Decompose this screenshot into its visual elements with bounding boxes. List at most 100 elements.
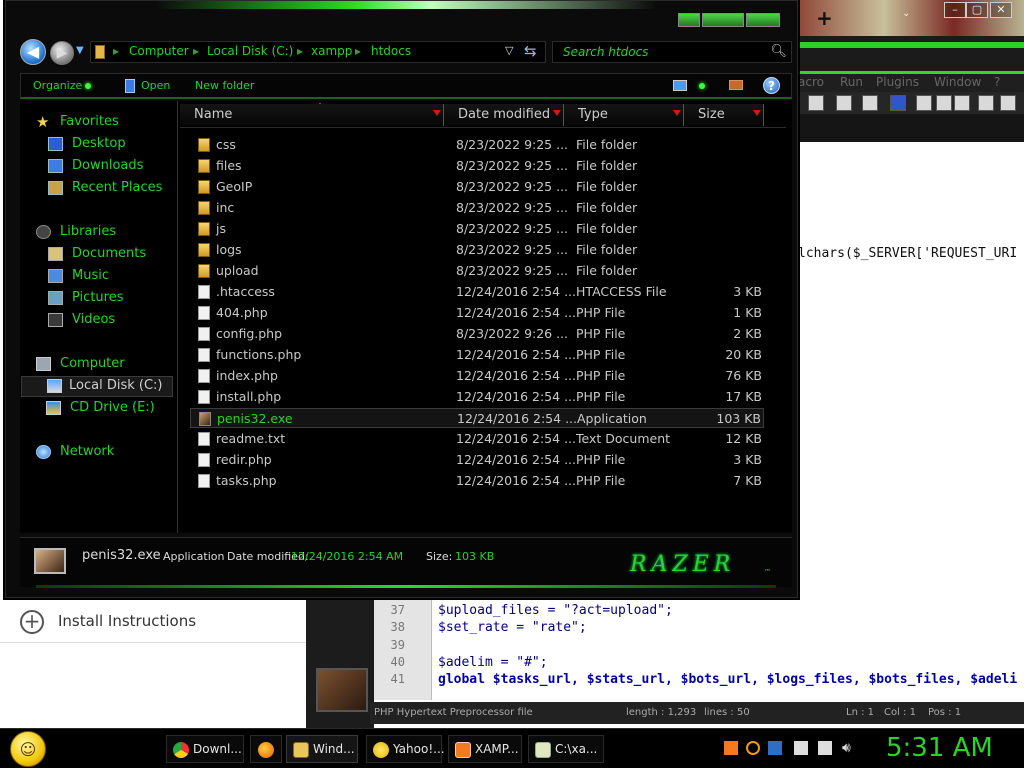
column-header-type[interactable]: Type bbox=[564, 104, 684, 126]
file-row[interactable]: js 8/23/2022 9:25 ... File folder bbox=[190, 219, 764, 239]
nav-recent-places[interactable]: Recent Places bbox=[48, 179, 174, 199]
column-dropdown-icon[interactable] bbox=[553, 110, 561, 116]
column-header-size[interactable]: Size bbox=[684, 104, 764, 126]
nav-downloads[interactable]: Downloads bbox=[48, 157, 174, 177]
minimize-icon[interactable] bbox=[678, 13, 700, 27]
preview-pane-icon[interactable] bbox=[729, 80, 743, 90]
breadcrumb-htdocs[interactable]: htdocs bbox=[371, 44, 411, 58]
taskbar-windows-explorer[interactable]: Wind... bbox=[286, 735, 358, 763]
browser-minimize-icon[interactable]: – bbox=[944, 2, 966, 18]
nav-videos[interactable]: Videos bbox=[48, 311, 174, 331]
file-row[interactable]: install.php 12/24/2016 2:54 ... PHP File 17… bbox=[190, 387, 764, 407]
breadcrumb-separator-icon[interactable]: ▸ bbox=[297, 44, 303, 58]
file-row[interactable]: logs 8/23/2022 9:25 ... File folder bbox=[190, 240, 764, 260]
address-bar[interactable]: ▸ Computer ▸ Local Disk (C:) ▸ xampp ▸ h… bbox=[90, 41, 546, 63]
new-folder-button[interactable]: New folder bbox=[195, 79, 254, 92]
nav-pictures[interactable]: Pictures bbox=[48, 289, 174, 309]
nav-local-disk[interactable]: Local Disk (C:) bbox=[21, 376, 173, 397]
file-row[interactable]: upload 8/23/2022 9:25 ... File folder bbox=[190, 261, 764, 281]
editor-code-area[interactable]: lchars($_SERVER['REQUEST_URI bbox=[798, 142, 1024, 590]
taskbar-notepad[interactable]: C:\xa... bbox=[528, 735, 604, 763]
nav-music[interactable]: Music bbox=[48, 267, 174, 287]
breadcrumb-computer[interactable]: Computer bbox=[129, 44, 189, 58]
file-row[interactable]: GeoIP 8/23/2022 9:25 ... File folder bbox=[190, 177, 764, 197]
nav-documents[interactable]: Documents bbox=[48, 245, 174, 265]
recent-pages-dropdown-icon[interactable]: ▼ bbox=[76, 45, 84, 56]
file-row[interactable]: inc 8/23/2022 9:25 ... File folder bbox=[190, 198, 764, 218]
editor-menu-item[interactable]: Window bbox=[934, 75, 981, 89]
volume-icon[interactable]: 🔊︎ bbox=[842, 741, 856, 755]
file-row[interactable]: 404.php 12/24/2016 2:54 ... PHP File 1 KB bbox=[190, 303, 764, 323]
browser-close-icon[interactable]: ✕ bbox=[990, 2, 1012, 18]
editor-menu-item[interactable]: ? bbox=[994, 75, 1000, 89]
file-row[interactable]: readme.txt 12/24/2016 2:54 ... Text Docume… bbox=[190, 429, 764, 449]
start-button[interactable]: ☺ bbox=[10, 731, 46, 767]
change-view-icon[interactable] bbox=[673, 80, 687, 91]
file-row[interactable]: .htaccess 12/24/2016 2:54 ... HTACCESS Fil… bbox=[190, 282, 764, 302]
editor-code-area-lower[interactable]: $upload_files = "?act=upload"; $set_rate… bbox=[432, 598, 1024, 700]
address-dropdown-icon[interactable]: ▽ bbox=[505, 44, 513, 57]
new-tab-plus-icon[interactable]: + bbox=[816, 6, 833, 30]
browser-maximize-icon[interactable]: ▢ bbox=[966, 2, 988, 18]
toolbar-button-icon[interactable] bbox=[836, 95, 852, 111]
breadcrumb-separator-icon[interactable]: ▸ bbox=[113, 44, 119, 58]
taskbar-chrome-downloads[interactable]: Downl... bbox=[166, 735, 244, 763]
column-dropdown-icon[interactable] bbox=[673, 110, 681, 116]
action-center-icon[interactable] bbox=[794, 741, 808, 755]
column-header-name[interactable]: Name bbox=[180, 104, 444, 126]
language-tray-icon[interactable] bbox=[768, 741, 782, 755]
organize-button[interactable]: Organize bbox=[33, 79, 82, 92]
search-input[interactable] bbox=[561, 43, 761, 61]
taskbar-xampp[interactable]: XAMP... bbox=[448, 735, 522, 763]
column-header-date[interactable]: Date modified bbox=[444, 104, 564, 126]
nav-favorites[interactable]: ★ Favorites bbox=[36, 113, 174, 133]
editor-menu-item[interactable]: Plugins bbox=[876, 75, 919, 89]
editor-menu-item[interactable]: acro bbox=[798, 75, 824, 89]
toolbar-button-icon[interactable] bbox=[808, 95, 824, 111]
nav-desktop[interactable]: Desktop bbox=[48, 135, 174, 155]
file-row[interactable]: files 8/23/2022 9:25 ... File folder bbox=[190, 156, 764, 176]
toolbar-button-icon[interactable] bbox=[862, 95, 878, 111]
file-row[interactable]: functions.php 12/24/2016 2:54 ... PHP File… bbox=[190, 345, 764, 365]
toolbar-button-icon[interactable] bbox=[916, 95, 932, 111]
maximize-icon[interactable] bbox=[702, 13, 744, 27]
search-tray-icon[interactable] bbox=[746, 741, 760, 755]
breadcrumb-xampp[interactable]: xampp bbox=[311, 44, 352, 58]
organize-dropdown-icon[interactable] bbox=[85, 83, 91, 89]
breadcrumb-separator-icon[interactable]: ▸ bbox=[193, 44, 199, 58]
editor-menu-item[interactable]: Run bbox=[840, 75, 863, 89]
breadcrumb-separator-icon[interactable]: ▸ bbox=[355, 44, 361, 58]
file-row[interactable]: redir.php 12/24/2016 2:54 ... PHP File 3 KB bbox=[190, 450, 764, 470]
network-tray-icon[interactable] bbox=[818, 741, 832, 755]
toolbar-button-icon[interactable] bbox=[978, 95, 994, 111]
toolbar-button-icon[interactable] bbox=[890, 95, 906, 111]
clock[interactable]: 5:31 AM bbox=[886, 733, 993, 763]
file-row[interactable]: tasks.php 12/24/2016 2:54 ... PHP File 7 KB bbox=[190, 471, 764, 491]
close-icon[interactable] bbox=[746, 13, 780, 27]
nav-computer[interactable]: Computer bbox=[36, 355, 174, 375]
breadcrumb-local-disk[interactable]: Local Disk (C:) bbox=[207, 44, 293, 58]
toolbar-button-icon[interactable] bbox=[1000, 95, 1016, 111]
file-row[interactable]: css 8/23/2022 9:25 ... File folder bbox=[190, 135, 764, 155]
open-button[interactable]: Open bbox=[141, 79, 170, 92]
nav-network[interactable]: Network bbox=[36, 443, 174, 463]
file-row[interactable]: index.php 12/24/2016 2:54 ... PHP File 76 K… bbox=[190, 366, 764, 386]
column-dropdown-icon[interactable] bbox=[753, 110, 761, 116]
back-arrow-icon[interactable]: ◀ bbox=[20, 39, 46, 65]
nav-libraries[interactable]: Libraries bbox=[36, 223, 174, 243]
file-row[interactable]: config.php 8/23/2022 9:26 ... PHP File 2 KB bbox=[190, 324, 764, 344]
taskbar-firefox[interactable] bbox=[250, 735, 282, 763]
file-row[interactable]: penis32.exe 12/24/2016 2:54 ... Applicatio… bbox=[190, 408, 764, 428]
refresh-icon[interactable]: ⇆ bbox=[524, 42, 537, 60]
column-dropdown-icon[interactable] bbox=[433, 110, 441, 116]
help-icon[interactable]: ? bbox=[763, 77, 780, 94]
search-icon[interactable]: 🔍︎ bbox=[770, 44, 787, 59]
nav-cd-drive[interactable]: CD Drive (E:) bbox=[46, 399, 174, 419]
toolbar-button-icon[interactable] bbox=[936, 95, 952, 111]
views-dropdown-icon[interactable] bbox=[699, 83, 705, 89]
taskbar-yahoo[interactable]: Yahoo!... bbox=[366, 735, 445, 763]
xampp-tray-icon[interactable] bbox=[724, 741, 738, 755]
forward-arrow-icon[interactable]: ▶ bbox=[50, 41, 74, 65]
chevron-down-icon[interactable]: ⌄ bbox=[902, 8, 910, 19]
toolbar-button-icon[interactable] bbox=[954, 95, 970, 111]
